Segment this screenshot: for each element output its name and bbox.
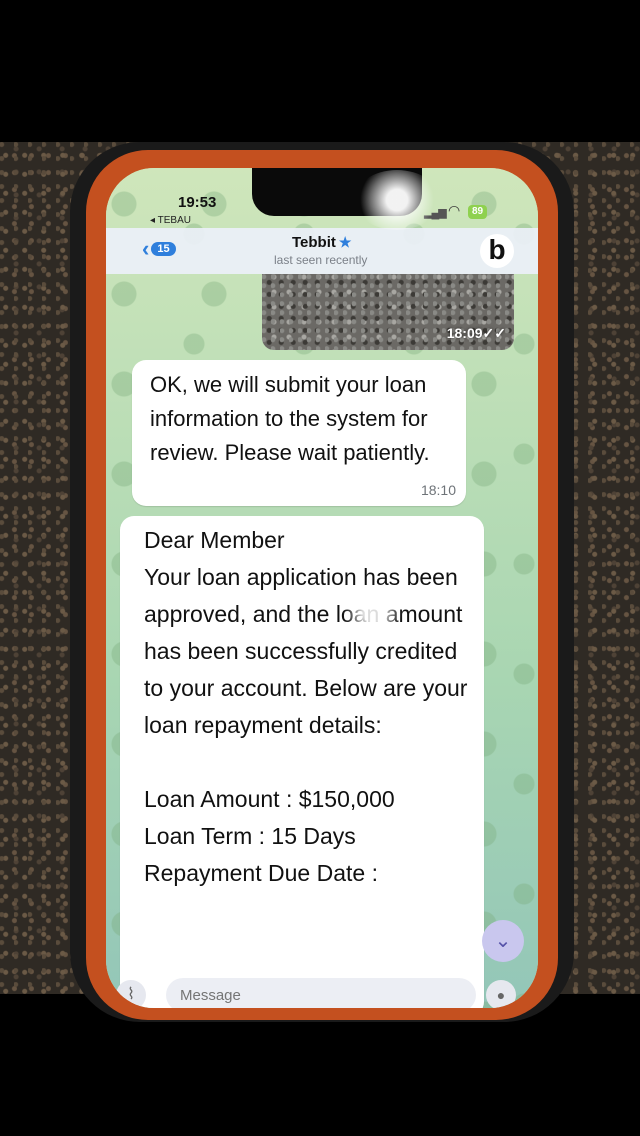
back-to-app-link[interactable]: ◂ TEBAU	[150, 215, 191, 226]
image-message-time: 18:09✓✓	[447, 325, 506, 342]
contact-name-label: Tebbit	[292, 234, 336, 251]
battery-indicator: 89	[468, 205, 488, 219]
wifi-icon: ◠	[448, 202, 461, 218]
avatar[interactable]: b	[480, 234, 514, 268]
paperclip-icon[interactable]: ⌇	[116, 980, 146, 1008]
screen-glare	[338, 592, 408, 632]
phone-screen: 19:53 ◂ TEBAU ▂▄▆ ◠ 89 ‹ 15 Tebbit★ last…	[106, 168, 538, 1008]
chat-header: ‹ 15 Tebbit ★ last seen recently b	[106, 228, 538, 274]
message-bubble-approval[interactable]: Dear Member Your loan application has be…	[120, 516, 484, 1008]
star-icon: ★	[338, 234, 352, 250]
status-bar: 19:53 ◂ TEBAU ▂▄▆ ◠ 89	[106, 168, 538, 228]
microphone-icon[interactable]: ●	[486, 980, 516, 1008]
input-bar: ⌇ ●	[106, 974, 538, 1008]
back-button[interactable]: ‹ 15	[142, 238, 176, 260]
contact-name[interactable]: Tebbit ★	[292, 234, 351, 251]
message-input[interactable]	[166, 978, 476, 1008]
contact-status: last seen recently	[274, 253, 368, 267]
camera-flash-glare	[354, 170, 440, 230]
message-text: Dear Member Your loan application has be…	[144, 527, 468, 886]
message-time: 18:10	[420, 482, 456, 498]
unread-count-badge: 15	[151, 242, 176, 256]
message-text: OK, we will submit your loan information…	[150, 372, 430, 465]
image-time-label: 18:09	[446, 325, 483, 341]
status-time: 19:53	[178, 194, 217, 211]
message-bubble-review[interactable]: OK, we will submit your loan information…	[132, 360, 466, 506]
chevron-left-icon: ‹	[142, 236, 150, 261]
image-message[interactable]: 18:09✓✓	[262, 274, 514, 350]
chevron-down-icon: ⌄	[494, 930, 512, 952]
scroll-down-button[interactable]: ⌄	[482, 920, 524, 962]
double-check-icon: ✓✓	[482, 325, 506, 341]
